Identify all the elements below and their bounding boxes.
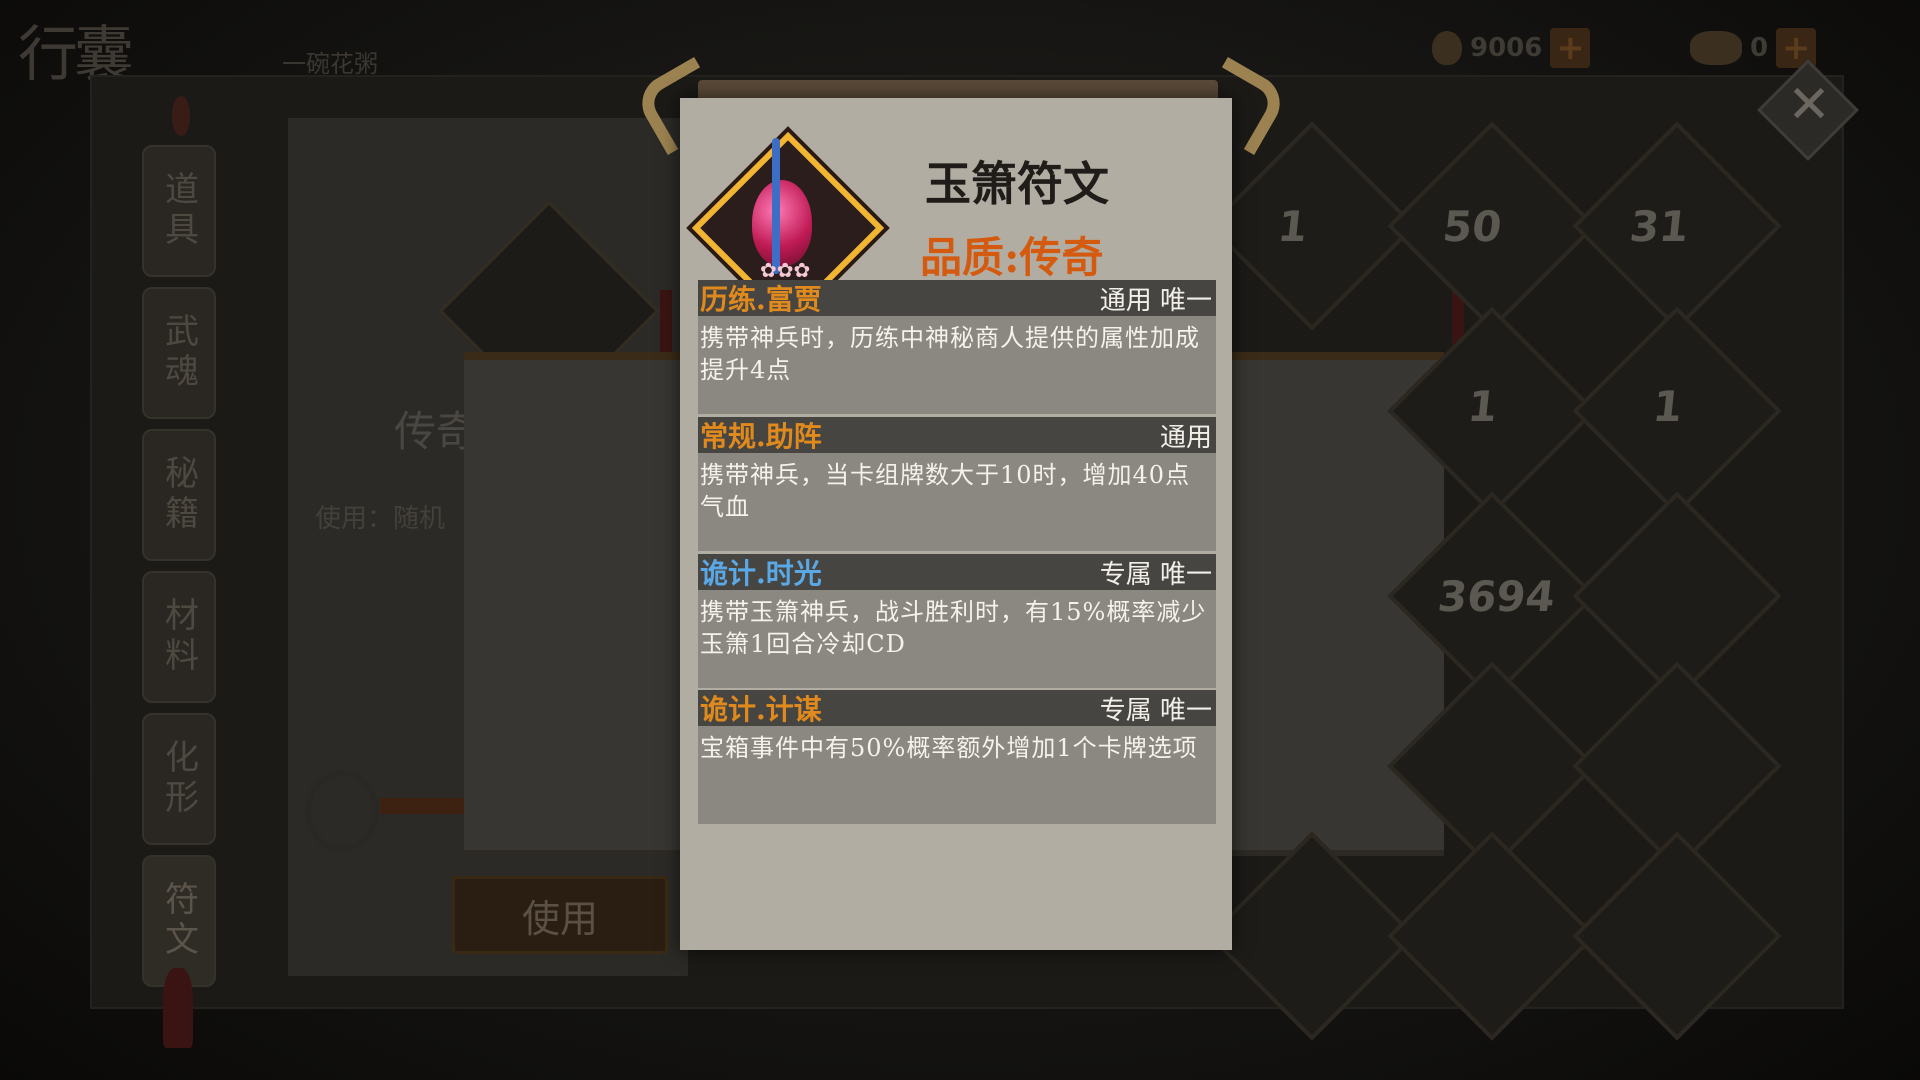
- attribute-description: 携带玉箫神兵，战斗胜利时，有15%概率减少玉箫1回合冷却CD: [700, 598, 1207, 658]
- slot-count: 1: [1465, 382, 1500, 431]
- item-quality: 品质:传奇: [920, 233, 1104, 282]
- ingot-icon: [1690, 31, 1742, 65]
- tassel-bottom-icon: [163, 968, 193, 1048]
- attribute-description: 携带神兵时，历练中神秘商人提供的属性加成提升4点: [700, 324, 1200, 384]
- attribute-name: 诡计.时光: [700, 557, 822, 590]
- category-tabs: 道具 武魂 秘籍 材料 化形 符文: [142, 145, 216, 997]
- item-name: 玉箫符文: [925, 157, 1109, 211]
- jade-flute-icon: [772, 138, 780, 274]
- tab-items[interactable]: 道具: [142, 145, 216, 277]
- inventory-grid: 1 50 31 1 1 3694: [1207, 121, 1782, 1041]
- currency-ingot: 0 +: [1690, 28, 1817, 68]
- attribute-name: 诡计.计谋: [700, 693, 822, 726]
- close-icon[interactable]: ✕: [1776, 72, 1842, 138]
- attribute-block: 历练.富贾 通用 唯一 携带神兵时，历练中神秘商人提供的属性加成提升4点: [698, 280, 1216, 414]
- attribute-description: 携带神兵，当卡组牌数大于10时，增加40点气血: [700, 461, 1191, 521]
- attribute-description: 宝箱事件中有50%概率额外增加1个卡牌选项: [700, 734, 1198, 762]
- attribute-header: 诡计.时光 专属 唯一: [698, 554, 1216, 590]
- character-name: 一碗花粥: [282, 50, 378, 78]
- tassel-top-icon: [172, 96, 190, 136]
- inventory-slot[interactable]: [1207, 121, 1417, 331]
- attribute-tags: 通用: [1159, 422, 1212, 453]
- add-gold-button[interactable]: +: [1550, 28, 1591, 68]
- slot-count: 1: [1650, 382, 1685, 431]
- slot-count: 31: [1627, 202, 1692, 251]
- tab-manuals[interactable]: 秘籍: [142, 429, 216, 561]
- quantity-slider-knob[interactable]: [305, 770, 379, 852]
- currency-ingot-value: 0: [1750, 33, 1769, 63]
- rune-gem-icon: [752, 180, 812, 266]
- attribute-block: 诡计.时光 专属 唯一 携带玉箫神兵，战斗胜利时，有15%概率减少玉箫1回合冷却…: [698, 554, 1216, 688]
- tab-transform[interactable]: 化形: [142, 713, 216, 845]
- currency-gold-value: 9006: [1470, 33, 1543, 63]
- use-button[interactable]: 使用: [452, 876, 668, 954]
- tab-souls[interactable]: 武魂: [142, 287, 216, 419]
- attribute-name: 常规.助阵: [700, 420, 822, 453]
- attribute-block: 常规.助阵 通用 携带神兵，当卡组牌数大于10时，增加40点气血: [698, 417, 1216, 551]
- gold-leaf-icon: [1432, 31, 1462, 65]
- slot-count: 3694: [1435, 572, 1558, 621]
- attribute-tags: 专属 唯一: [1099, 559, 1212, 590]
- attribute-name: 历练.富贾: [700, 283, 822, 316]
- attribute-header: 常规.助阵 通用: [698, 417, 1216, 453]
- attribute-header: 诡计.计谋 专属 唯一: [698, 690, 1216, 726]
- detail-use-text: 使用：随机: [315, 504, 446, 534]
- slot-count: 1: [1275, 202, 1310, 251]
- attribute-tags: 专属 唯一: [1099, 695, 1212, 726]
- attribute-block: 诡计.计谋 专属 唯一 宝箱事件中有50%概率额外增加1个卡牌选项: [698, 690, 1216, 824]
- currency-gold: 9006 +: [1432, 28, 1591, 68]
- attribute-header: 历练.富贾 通用 唯一: [698, 280, 1216, 316]
- slot-count: 50: [1440, 202, 1505, 251]
- tab-materials[interactable]: 材料: [142, 571, 216, 703]
- plum-blossom-icon: ✿✿✿: [760, 258, 811, 282]
- attribute-tags: 通用 唯一: [1099, 285, 1212, 316]
